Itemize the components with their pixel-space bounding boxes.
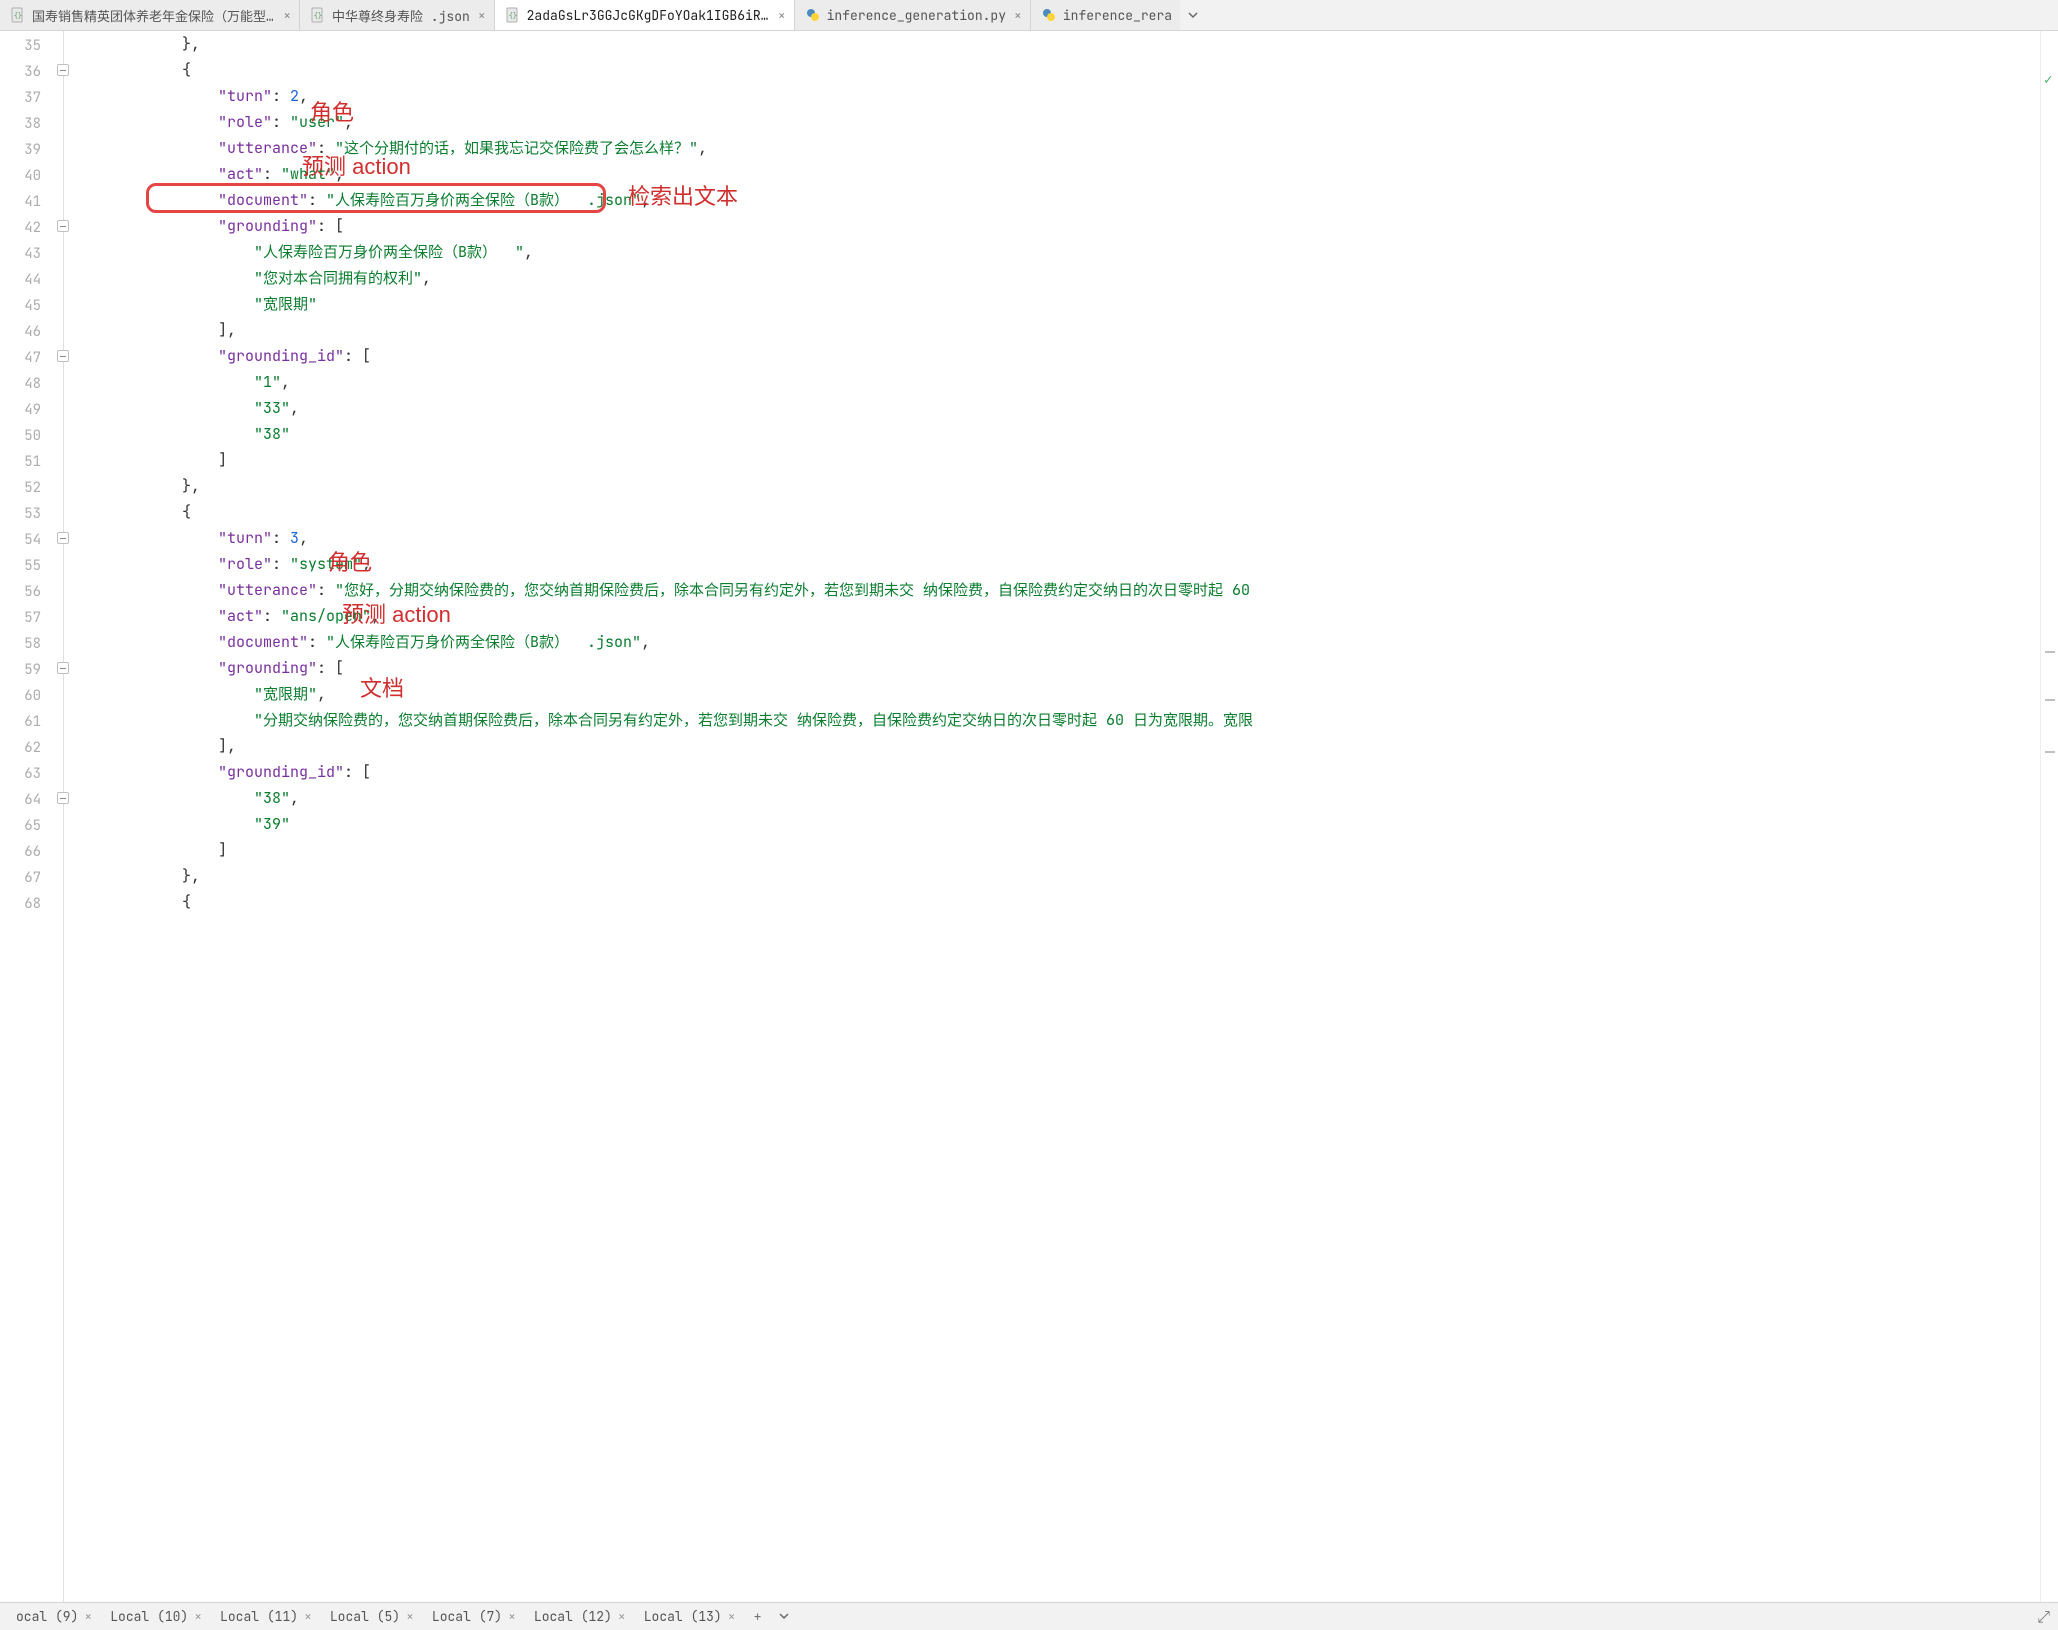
fold-toggle[interactable] (57, 220, 69, 232)
fold-toggle[interactable] (57, 792, 69, 804)
tab-label: 中华尊终身寿险 .json (332, 6, 470, 25)
close-icon[interactable]: × (508, 1608, 516, 1625)
code-line: { (74, 57, 2040, 83)
close-icon[interactable]: × (1014, 9, 1022, 22)
close-icon[interactable]: × (84, 1608, 92, 1625)
code-line: { (74, 499, 2040, 525)
close-icon[interactable]: × (728, 1608, 736, 1625)
code-line: "turn": 2, (74, 83, 2040, 109)
terminal-tab-bar: ocal (9)× Local (10)× Local (11)× Local … (0, 1602, 2058, 1630)
code-line: "role": "system", (74, 551, 2040, 577)
code-line: "document": "人保寿险百万身价两全保险（B款） .json", (74, 629, 2040, 655)
python-file-icon (805, 7, 821, 23)
tab-overflow-button[interactable] (1180, 0, 1206, 30)
svg-text:{}: {} (14, 12, 22, 21)
close-icon[interactable]: × (406, 1608, 414, 1625)
code-line: "grounding_id": [ (74, 759, 2040, 785)
code-line: }, (74, 863, 2040, 889)
code-line: "grounding": [ (74, 655, 2040, 681)
terminal-tab[interactable]: Local (12)× (526, 1606, 634, 1627)
code-viewport[interactable]: }, { "turn": 2, "role": "user", "utteran… (70, 31, 2040, 1602)
editor-tab-bar: {} 国寿销售精英团体养老年金保险（万能型）.json × {} 中华尊终身寿险… (0, 0, 2058, 31)
terminal-tab[interactable]: Local (11)× (212, 1606, 320, 1627)
editor-tab-3[interactable]: inference_generation.py × (795, 0, 1031, 30)
svg-text:{}: {} (314, 12, 322, 21)
code-line: { (74, 889, 2040, 915)
code-line: "38", (74, 785, 2040, 811)
code-line: "39" (74, 811, 2040, 837)
fold-toggle[interactable] (57, 532, 69, 544)
close-icon[interactable]: × (304, 1608, 312, 1625)
close-icon[interactable]: × (778, 9, 786, 22)
code-line: }, (74, 31, 2040, 57)
terminal-tab[interactable]: Local (10)× (102, 1606, 210, 1627)
fold-toggle[interactable] (57, 662, 69, 674)
code-line: "document": "人保寿险百万身价两全保险（B款） .json", (74, 187, 2040, 213)
code-line: ] (74, 837, 2040, 863)
code-line: "utterance": "这个分期付的话，如果我忘记交保险费了会怎么样？", (74, 135, 2040, 161)
editor-tab-1[interactable]: {} 中华尊终身寿险 .json × (300, 0, 495, 30)
code-line: "act": "what", (74, 161, 2040, 187)
code-line: ] (74, 447, 2040, 473)
fold-toggle[interactable] (57, 64, 69, 76)
json-file-icon: {} (10, 7, 26, 23)
code-line: "act": "ans/open", (74, 603, 2040, 629)
code-line: "人保寿险百万身价两全保险（B款） ", (74, 239, 2040, 265)
line-number-gutter: 353637383940 414243444546 474849505152 5… (0, 31, 56, 1602)
close-icon[interactable]: × (618, 1608, 626, 1625)
inspection-ok-icon: ✓ (2044, 71, 2052, 89)
code-line: "33", (74, 395, 2040, 421)
code-line: }, (74, 473, 2040, 499)
new-terminal-button[interactable]: + (746, 1606, 770, 1627)
code-line: "分期交纳保险费的，您交纳首期保险费后，除本合同另有约定外，若您到期未交 纳保险… (74, 707, 2040, 733)
code-line: "宽限期", (74, 681, 2040, 707)
editor-tab-2[interactable]: {} 2adaGsLr3GGJcGKgDFoYOak1IGB6iRJi.json… (495, 0, 795, 30)
tab-label: inference_rera (1063, 7, 1172, 24)
code-line: "grounding": [ (74, 213, 2040, 239)
editor-area[interactable]: 353637383940 414243444546 474849505152 5… (0, 31, 2058, 1602)
code-line: "您对本合同拥有的权利", (74, 265, 2040, 291)
chevron-down-icon (1187, 9, 1199, 21)
close-icon[interactable]: × (283, 9, 291, 22)
json-file-icon: {} (310, 7, 326, 23)
terminal-tab[interactable]: Local (7)× (424, 1606, 524, 1627)
svg-text:{}: {} (508, 12, 516, 21)
tab-label: inference_generation.py (827, 7, 1006, 24)
fold-toggle[interactable] (57, 350, 69, 362)
code-line: "role": "user", (74, 109, 2040, 135)
chevron-down-icon (779, 1611, 789, 1621)
terminal-overflow-button[interactable] (771, 1606, 797, 1627)
close-icon[interactable]: × (194, 1608, 202, 1625)
tab-label: 国寿销售精英团体养老年金保险（万能型）.json (32, 6, 275, 25)
code-line: ], (74, 733, 2040, 759)
code-line: "utterance": "您好，分期交纳保险费的，您交纳首期保险费后，除本合同… (74, 577, 2040, 603)
terminal-tab[interactable]: Local (5)× (322, 1606, 422, 1627)
tab-label: 2adaGsLr3GGJcGKgDFoYOak1IGB6iRJi.json (527, 7, 770, 24)
code-line: "38" (74, 421, 2040, 447)
editor-right-gutter: ✓ (2040, 31, 2058, 1602)
code-line: "1", (74, 369, 2040, 395)
terminal-tab[interactable]: ocal (9)× (8, 1606, 100, 1627)
expand-icon[interactable]: ⤢ (2037, 1606, 2050, 1627)
terminal-tab[interactable]: Local (13)× (636, 1606, 744, 1627)
close-icon[interactable]: × (478, 9, 486, 22)
editor-tab-0[interactable]: {} 国寿销售精英团体养老年金保险（万能型）.json × (0, 0, 300, 30)
ide-window: {} 国寿销售精英团体养老年金保险（万能型）.json × {} 中华尊终身寿险… (0, 0, 2058, 1630)
editor-tab-4[interactable]: inference_rera (1031, 0, 1180, 30)
code-line: "turn": 3, (74, 525, 2040, 551)
fold-gutter (56, 31, 70, 1602)
code-line: "grounding_id": [ (74, 343, 2040, 369)
json-file-icon: {} (505, 7, 521, 23)
code-line: "宽限期" (74, 291, 2040, 317)
python-file-icon (1041, 7, 1057, 23)
code-line: ], (74, 317, 2040, 343)
